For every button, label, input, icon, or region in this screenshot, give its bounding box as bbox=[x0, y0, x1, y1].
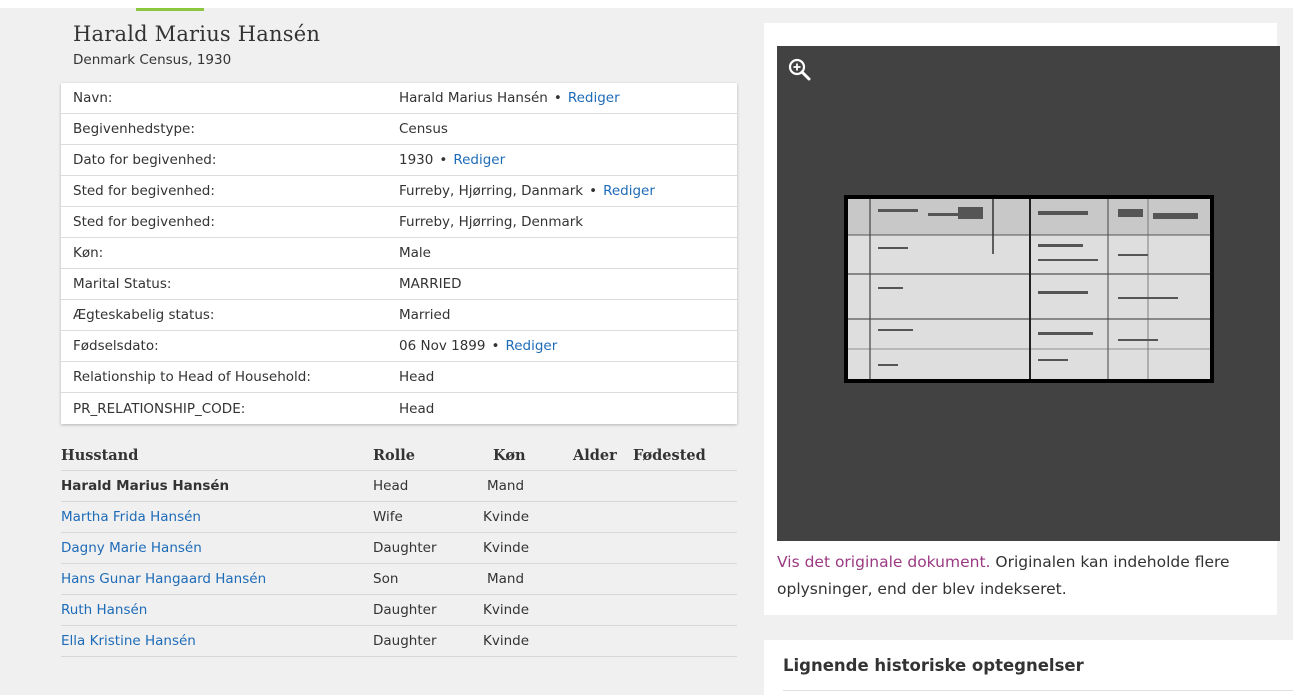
fact-row: Dato for begivenhed: 1930 • Rediger bbox=[61, 145, 737, 176]
household-member-name: Harald Marius Hansén bbox=[61, 478, 230, 494]
record-title: Harald Marius Hansén bbox=[73, 22, 321, 46]
census-page-image bbox=[848, 199, 1210, 379]
household-row: Dagny Marie Hansén Daughter Kvinde bbox=[61, 533, 737, 564]
household-member-sex: Kvinde bbox=[483, 633, 530, 649]
header-household: Husstand bbox=[61, 447, 139, 464]
fact-value: Census bbox=[399, 121, 448, 137]
active-tab-indicator bbox=[136, 8, 204, 11]
household-member-link[interactable]: Ruth Hansén bbox=[61, 602, 147, 618]
fact-value: MARRIED bbox=[399, 276, 462, 292]
household-member-sex: Mand bbox=[487, 478, 525, 494]
household-row: Ruth Hansén Daughter Kvinde bbox=[61, 595, 737, 626]
fact-value: Married bbox=[399, 307, 451, 323]
fact-row: PR_RELATIONSHIP_CODE: Head bbox=[61, 393, 737, 424]
household-table: Husstand Rolle Køn Alder Fødested Harald… bbox=[61, 441, 737, 657]
household-member-role: Daughter bbox=[373, 602, 437, 618]
household-member-role: Wife bbox=[373, 509, 403, 525]
household-row: Hans Gunar Hangaard Hansén Son Mand bbox=[61, 564, 737, 595]
household-member-link[interactable]: Ella Kristine Hansén bbox=[61, 633, 196, 649]
household-member-sex: Kvinde bbox=[483, 602, 530, 618]
household-member-role: Head bbox=[373, 478, 409, 494]
fact-row: Køn: Male bbox=[61, 238, 737, 269]
header-age: Alder bbox=[573, 447, 617, 464]
fact-row: Sted for begivenhed: Furreby, Hjørring, … bbox=[61, 207, 737, 238]
fact-label: Fødselsdato: bbox=[73, 338, 159, 354]
edit-link[interactable]: Rediger bbox=[505, 338, 557, 354]
household-member-sex: Mand bbox=[487, 571, 525, 587]
household-member-role: Son bbox=[373, 571, 399, 587]
fact-label: Marital Status: bbox=[73, 276, 172, 292]
household-row: Martha Frida Hansén Wife Kvinde bbox=[61, 502, 737, 533]
fact-label: Navn: bbox=[73, 90, 113, 106]
fact-row: Relationship to Head of Household: Head bbox=[61, 362, 737, 393]
edit-link[interactable]: Rediger bbox=[568, 90, 620, 106]
collection-name: Denmark Census, 1930 bbox=[73, 52, 232, 68]
zoom-in-icon[interactable] bbox=[787, 57, 813, 83]
facts-table: Navn: Harald Marius Hansén • Rediger Begiv… bbox=[61, 83, 737, 424]
fact-label: Dato for begivenhed: bbox=[73, 152, 217, 168]
fact-label: Sted for begivenhed: bbox=[73, 214, 215, 230]
fact-label: PR_RELATIONSHIP_CODE: bbox=[73, 400, 246, 417]
household-row: Ella Kristine Hansén Daughter Kvinde bbox=[61, 626, 737, 657]
fact-label: Køn: bbox=[73, 245, 104, 261]
fact-row: Fødselsdato: 06 Nov 1899 • Rediger bbox=[61, 331, 737, 362]
household-member-sex: Kvinde bbox=[483, 540, 530, 556]
household-member-link[interactable]: Dagny Marie Hansén bbox=[61, 540, 202, 556]
fact-row: Navn: Harald Marius Hansén • Rediger bbox=[61, 83, 737, 114]
fact-value: Furreby, Hjørring, Denmark bbox=[399, 214, 584, 230]
header-sex: Køn bbox=[493, 447, 526, 464]
header-birthplace: Fødested bbox=[633, 447, 706, 464]
household-member-sex: Kvinde bbox=[483, 509, 530, 525]
fact-row: Sted for begivenhed: Furreby, Hjørring, … bbox=[61, 176, 737, 207]
original-document-note: Vis det originale dokument. Originalen k… bbox=[777, 549, 1267, 603]
household-member-link[interactable]: Martha Frida Hansén bbox=[61, 509, 201, 525]
fact-value: Furreby, Hjørring, Danmark • Rediger bbox=[399, 183, 655, 199]
fact-label: Begivenhedstype: bbox=[73, 121, 195, 137]
divider bbox=[783, 690, 1293, 691]
fact-label: Relationship to Head of Household: bbox=[73, 369, 311, 385]
fact-value: 06 Nov 1899 • Rediger bbox=[399, 338, 558, 354]
household-header: Husstand Rolle Køn Alder Fødested bbox=[61, 441, 737, 471]
fact-value: Harald Marius Hansén • Rediger bbox=[399, 90, 620, 106]
header-role: Rolle bbox=[373, 447, 415, 464]
fact-label: Sted for begivenhed: bbox=[73, 183, 215, 199]
fact-value: Head bbox=[399, 400, 435, 417]
similar-records-title: Lignende historiske optegnelser bbox=[783, 656, 1084, 675]
household-member-role: Daughter bbox=[373, 633, 437, 649]
edit-link[interactable]: Rediger bbox=[603, 183, 655, 199]
fact-value: Male bbox=[399, 245, 431, 261]
household-row: Harald Marius Hansén Head Mand bbox=[61, 471, 737, 502]
fact-label: Ægteskabelig status: bbox=[73, 307, 215, 323]
fact-value: Head bbox=[399, 369, 435, 385]
edit-link[interactable]: Rediger bbox=[453, 152, 505, 168]
fact-row: Begivenhedstype: Census bbox=[61, 114, 737, 145]
fact-value: 1930 • Rediger bbox=[399, 152, 506, 168]
household-member-link[interactable]: Hans Gunar Hangaard Hansén bbox=[61, 571, 266, 587]
view-original-link[interactable]: Vis det originale dokument. bbox=[777, 553, 990, 571]
document-thumbnail[interactable] bbox=[844, 195, 1214, 383]
fact-row: Ægteskabelig status: Married bbox=[61, 300, 737, 331]
household-member-role: Daughter bbox=[373, 540, 437, 556]
fact-row: Marital Status: MARRIED bbox=[61, 269, 737, 300]
